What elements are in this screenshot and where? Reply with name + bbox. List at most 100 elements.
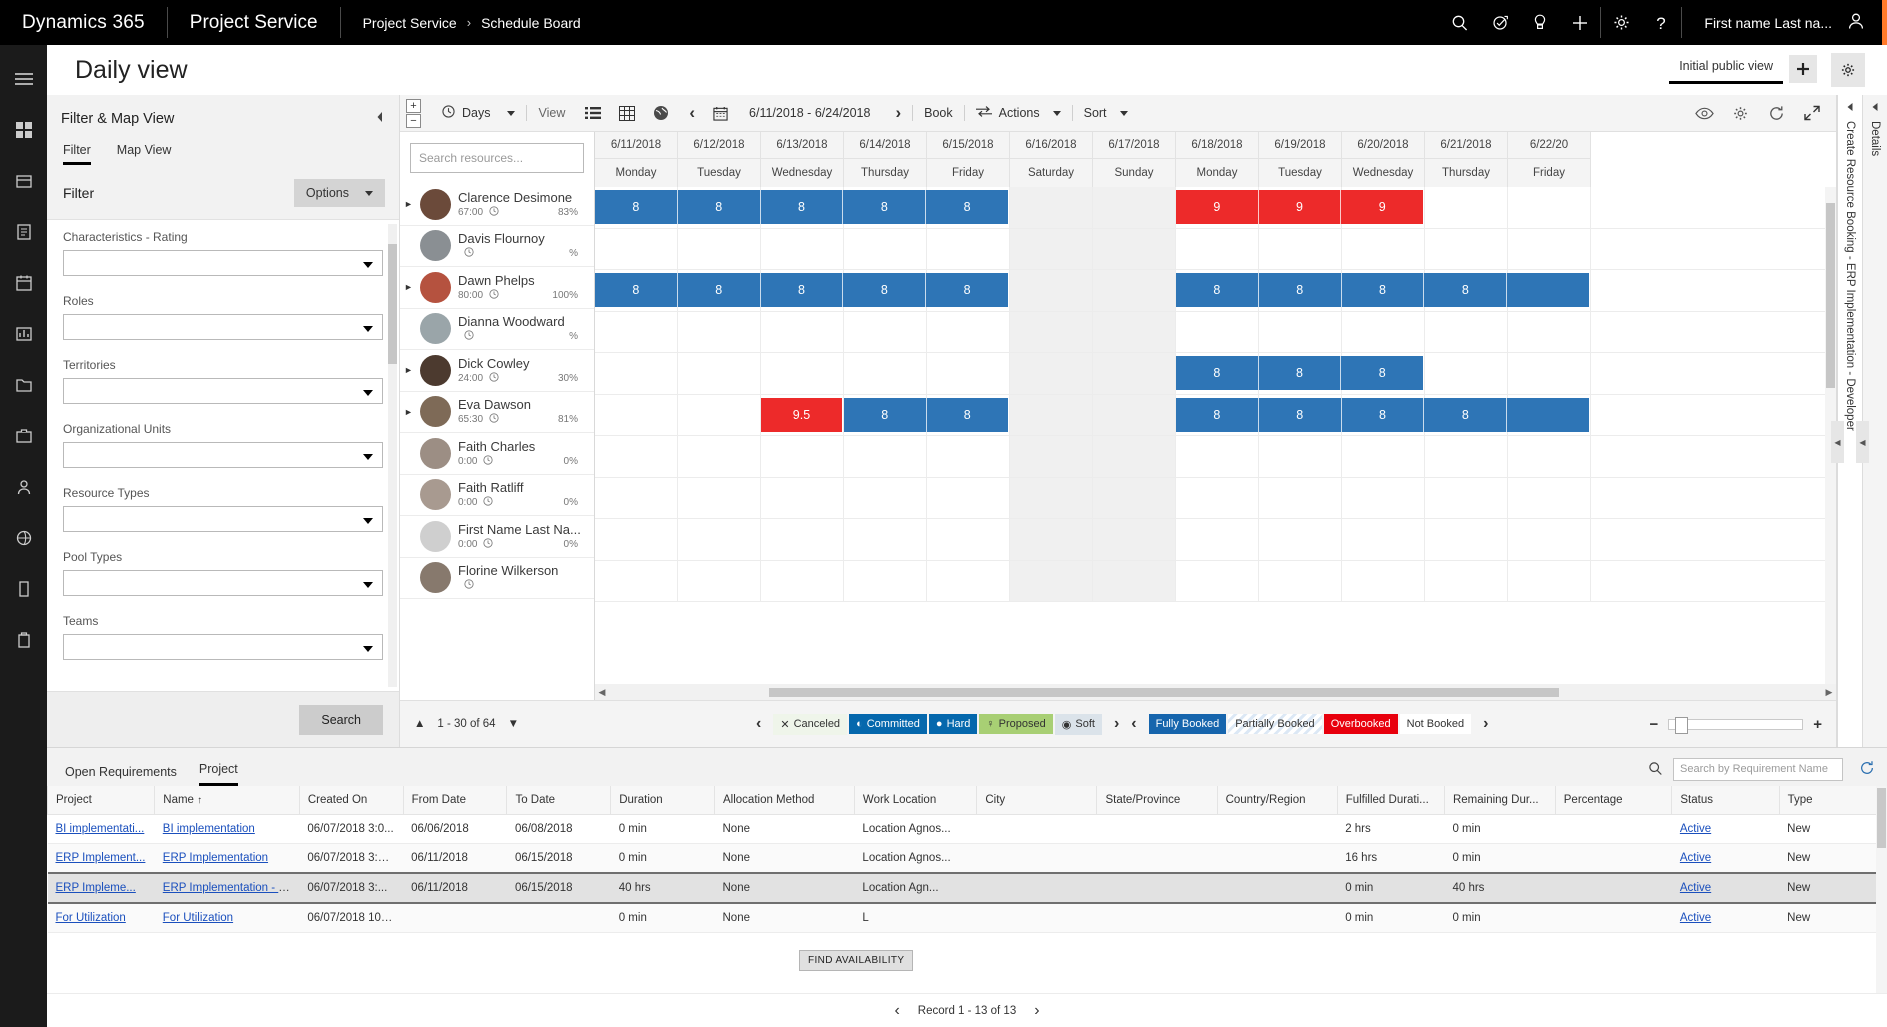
network-icon[interactable]	[0, 514, 47, 561]
column-header[interactable]: Name ↑	[154, 786, 300, 815]
zoom-slider[interactable]	[1668, 716, 1804, 734]
cell-link[interactable]: ERP Impleme...	[56, 882, 136, 894]
organizational-units-select[interactable]	[63, 442, 383, 468]
grid-cell[interactable]	[1093, 270, 1176, 311]
grid-cell[interactable]	[595, 477, 678, 518]
grid-cell[interactable]	[595, 436, 678, 477]
booking-bar[interactable]: 88888	[595, 273, 1008, 307]
zoom-out-button[interactable]: −	[1649, 716, 1658, 733]
grid-cell[interactable]	[1176, 560, 1259, 601]
grid-cell[interactable]	[678, 436, 761, 477]
page-up-icon[interactable]: ▲	[414, 718, 425, 730]
grid-cell[interactable]	[678, 477, 761, 518]
tab-filter[interactable]: Filter	[63, 143, 91, 165]
roles-select[interactable]	[63, 314, 383, 340]
lightbulb-icon[interactable]	[1520, 0, 1560, 45]
page-down-icon[interactable]: ▼	[508, 718, 519, 730]
resource-row[interactable]: Davis Flournoy%	[400, 226, 594, 267]
calendar-icon[interactable]	[0, 259, 47, 306]
grid-cell[interactable]	[927, 311, 1010, 352]
grid-cell[interactable]	[1093, 477, 1176, 518]
zoom-out-button[interactable]: −	[406, 113, 421, 128]
cell-link[interactable]: Active	[1680, 823, 1711, 835]
grid-cell[interactable]	[927, 560, 1010, 601]
brand-logo[interactable]: Dynamics 365	[0, 0, 167, 45]
sort-menu[interactable]: Sort	[1073, 95, 1139, 132]
grid-cell[interactable]	[678, 394, 761, 435]
assistant-icon[interactable]	[1480, 0, 1520, 45]
grid-cell[interactable]	[678, 228, 761, 269]
availability-chip-fully-booked[interactable]: Fully Booked	[1148, 714, 1227, 734]
booking-bar[interactable]: 88888	[595, 190, 1008, 224]
resource-row[interactable]: ► Dawn Phelps 80:00 100%	[400, 267, 594, 309]
grid-cell[interactable]	[1425, 436, 1508, 477]
actions-menu[interactable]: Actions	[965, 95, 1072, 132]
grid-cell[interactable]	[1425, 477, 1508, 518]
hamburger-menu-icon[interactable]	[0, 55, 47, 102]
user-menu[interactable]: First name Last na...	[1682, 0, 1882, 45]
grid-cell[interactable]	[1093, 394, 1176, 435]
grid-cell[interactable]	[1342, 436, 1425, 477]
grid-cell[interactable]	[1010, 477, 1093, 518]
cell-link[interactable]: For Utilization	[163, 912, 233, 924]
help-icon[interactable]: ?	[1641, 0, 1681, 45]
column-header[interactable]: Percentage	[1554, 786, 1673, 815]
grid-cell[interactable]	[1176, 311, 1259, 352]
column-header[interactable]: Allocation Method	[714, 786, 855, 815]
cell-link[interactable]: Active	[1680, 852, 1711, 864]
grid-cell[interactable]	[844, 560, 927, 601]
tab-map-view[interactable]: Map View	[117, 143, 172, 165]
grid-cell[interactable]	[1259, 228, 1342, 269]
grid-cell[interactable]	[761, 228, 844, 269]
search-icon[interactable]	[1648, 761, 1663, 779]
legend-prev-icon[interactable]: ‹	[756, 715, 761, 733]
column-header[interactable]: Created On	[298, 786, 404, 815]
grid-cell[interactable]	[1259, 436, 1342, 477]
grid-cell[interactable]	[1259, 519, 1342, 560]
scroll-left-icon[interactable]: ◀	[595, 687, 609, 698]
legend-chip-soft[interactable]: ◉ Soft	[1054, 713, 1102, 735]
grid-cell[interactable]	[1010, 353, 1093, 394]
grid-cell[interactable]	[1425, 311, 1508, 352]
details-resize-handle[interactable]: ◀	[1856, 421, 1869, 463]
expand-left-icon[interactable]	[1872, 103, 1878, 111]
grid-cell[interactable]	[1093, 187, 1176, 228]
cell-link[interactable]: ERP Implementation	[163, 852, 268, 864]
tab-project[interactable]: Project	[198, 762, 238, 786]
legend-chip-committed[interactable]: ◐ Committed	[849, 714, 927, 734]
book-button[interactable]: Book	[913, 95, 964, 132]
grid-cell[interactable]	[1508, 353, 1591, 394]
resource-row[interactable]: Faith Charles 0:00 0%	[400, 433, 594, 475]
grid-cell[interactable]	[1425, 560, 1508, 601]
zoom-slider-handle[interactable]	[1675, 716, 1689, 734]
territories-select[interactable]	[63, 378, 383, 404]
table-row[interactable]: BI implementati... BI implementation 06/07…	[47, 814, 1887, 844]
grid-cell[interactable]	[1508, 519, 1591, 560]
scroll-right-icon[interactable]: ▶	[1822, 687, 1836, 698]
grid-cell[interactable]	[678, 353, 761, 394]
fullscreen-icon[interactable]	[1796, 97, 1828, 129]
column-header[interactable]: Remaining Dur...	[1443, 786, 1556, 815]
options-button[interactable]: Options	[293, 179, 385, 207]
grid-cell[interactable]	[1342, 519, 1425, 560]
booking-bar[interactable]: 8888	[1176, 397, 1589, 432]
grid-view-icon[interactable]	[610, 95, 644, 132]
requirement-search-input[interactable]: Search by Requirement Name	[1673, 758, 1843, 781]
grid-cell[interactable]	[1508, 560, 1591, 601]
cell-link[interactable]: For Utilization	[56, 912, 126, 924]
availability-chip-partially-booked[interactable]: Partially Booked	[1228, 714, 1322, 734]
booking-bar[interactable]: 8888	[1176, 273, 1589, 307]
grid-cell[interactable]	[844, 311, 927, 352]
column-header[interactable]: To Date	[506, 786, 612, 815]
filter-scrollbar[interactable]	[388, 224, 397, 687]
grid-cell[interactable]	[1010, 560, 1093, 601]
column-header[interactable]: From Date	[402, 786, 508, 815]
app-name[interactable]: Project Service	[168, 0, 340, 45]
resource-types-select[interactable]	[63, 506, 383, 532]
breadcrumb-root[interactable]: Project Service	[363, 15, 457, 31]
grid-cell[interactable]	[1425, 353, 1508, 394]
cell-link[interactable]: BI implementati...	[56, 823, 145, 835]
grid-cell[interactable]	[844, 436, 927, 477]
grid-cell[interactable]	[1093, 436, 1176, 477]
grid-cell[interactable]	[1508, 311, 1591, 352]
